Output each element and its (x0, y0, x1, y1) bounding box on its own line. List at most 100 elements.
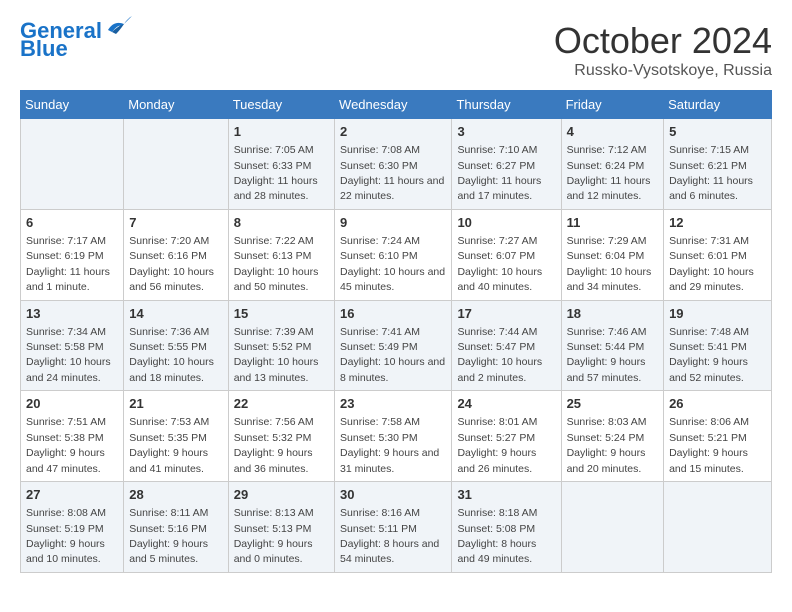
day-info: Sunrise: 7:58 AMSunset: 5:30 PMDaylight:… (340, 416, 439, 474)
day-info: Sunrise: 8:03 AMSunset: 5:24 PMDaylight:… (567, 416, 647, 474)
day-number: 22 (234, 395, 329, 413)
calendar-day-cell: 18 Sunrise: 7:46 AMSunset: 5:44 PMDayligh… (561, 300, 664, 391)
day-info: Sunrise: 7:51 AMSunset: 5:38 PMDaylight:… (26, 416, 106, 474)
calendar-day-cell: 13Sunrise: 7:34 AMSunset: 5:58 PMDayligh… (21, 300, 124, 391)
day-number: 25 (567, 395, 659, 413)
day-info: Sunrise: 7:10 AMSunset: 6:27 PMDaylight:… (457, 144, 541, 202)
calendar-day-cell: 3 Sunrise: 7:10 AMSunset: 6:27 PMDaylight… (452, 119, 561, 210)
calendar-day-cell: 21 Sunrise: 7:53 AMSunset: 5:35 PMDayligh… (124, 391, 228, 482)
day-info: Sunrise: 7:17 AMSunset: 6:19 PMDaylight:… (26, 235, 110, 293)
day-number: 1 (234, 123, 329, 141)
day-info: Sunrise: 7:24 AMSunset: 6:10 PMDaylight:… (340, 235, 445, 293)
calendar-day-cell: 28 Sunrise: 8:11 AMSunset: 5:16 PMDayligh… (124, 482, 228, 573)
day-info: Sunrise: 7:22 AMSunset: 6:13 PMDaylight:… (234, 235, 319, 293)
calendar-day-cell: 17 Sunrise: 7:44 AMSunset: 5:47 PMDayligh… (452, 300, 561, 391)
day-info: Sunrise: 7:56 AMSunset: 5:32 PMDaylight:… (234, 416, 314, 474)
calendar-day-cell (561, 482, 664, 573)
day-number: 9 (340, 214, 446, 232)
day-info: Sunrise: 8:08 AMSunset: 5:19 PMDaylight:… (26, 507, 106, 565)
calendar-day-cell: 23Sunrise: 7:58 AMSunset: 5:30 PMDayligh… (335, 391, 452, 482)
day-number: 17 (457, 305, 555, 323)
day-info: Sunrise: 8:01 AMSunset: 5:27 PMDaylight:… (457, 416, 537, 474)
month-title: October 2024 (554, 20, 772, 62)
page-header: General Blue October 2024 Russko-Vysotsk… (20, 20, 772, 80)
day-info: Sunrise: 7:31 AMSunset: 6:01 PMDaylight:… (669, 235, 754, 293)
calendar-day-cell: 24Sunrise: 8:01 AMSunset: 5:27 PMDayligh… (452, 391, 561, 482)
day-info: Sunrise: 8:18 AMSunset: 5:08 PMDaylight:… (457, 507, 537, 565)
day-number: 27 (26, 486, 118, 504)
day-info: Sunrise: 7:53 AMSunset: 5:35 PMDaylight:… (129, 416, 209, 474)
calendar-day-cell (664, 482, 772, 573)
calendar-day-cell: 22 Sunrise: 7:56 AMSunset: 5:32 PMDayligh… (228, 391, 334, 482)
title-block: October 2024 Russko-Vysotskoye, Russia (554, 20, 772, 80)
calendar-header-row: SundayMondayTuesdayWednesdayThursdayFrid… (21, 91, 772, 119)
day-of-week-header: Thursday (452, 91, 561, 119)
day-number: 10 (457, 214, 555, 232)
day-number: 4 (567, 123, 659, 141)
day-number: 8 (234, 214, 329, 232)
day-number: 6 (26, 214, 118, 232)
day-of-week-header: Sunday (21, 91, 124, 119)
calendar-day-cell: 5 Sunrise: 7:15 AMSunset: 6:21 PMDaylight… (664, 119, 772, 210)
logo-bird-icon (104, 16, 132, 38)
day-info: Sunrise: 8:06 AMSunset: 5:21 PMDaylight:… (669, 416, 749, 474)
calendar-week-row: 1 Sunrise: 7:05 AMSunset: 6:33 PMDaylight… (21, 119, 772, 210)
day-info: Sunrise: 7:15 AMSunset: 6:21 PMDaylight:… (669, 144, 753, 202)
calendar-day-cell: 20 Sunrise: 7:51 AMSunset: 5:38 PMDayligh… (21, 391, 124, 482)
calendar-day-cell: 16Sunrise: 7:41 AMSunset: 5:49 PMDayligh… (335, 300, 452, 391)
day-number: 19 (669, 305, 766, 323)
calendar-week-row: 13Sunrise: 7:34 AMSunset: 5:58 PMDayligh… (21, 300, 772, 391)
day-number: 5 (669, 123, 766, 141)
day-info: Sunrise: 8:13 AMSunset: 5:13 PMDaylight:… (234, 507, 314, 565)
day-number: 18 (567, 305, 659, 323)
day-of-week-header: Saturday (664, 91, 772, 119)
day-info: Sunrise: 8:16 AMSunset: 5:11 PMDaylight:… (340, 507, 439, 565)
calendar-day-cell: 27 Sunrise: 8:08 AMSunset: 5:19 PMDayligh… (21, 482, 124, 573)
logo-blue: Blue (20, 38, 68, 60)
location: Russko-Vysotskoye, Russia (554, 62, 772, 80)
calendar-week-row: 6 Sunrise: 7:17 AMSunset: 6:19 PMDaylight… (21, 209, 772, 300)
day-number: 30 (340, 486, 446, 504)
calendar-day-cell (124, 119, 228, 210)
day-info: Sunrise: 7:36 AMSunset: 5:55 PMDaylight:… (129, 326, 214, 384)
day-number: 31 (457, 486, 555, 504)
day-info: Sunrise: 7:48 AMSunset: 5:41 PMDaylight:… (669, 326, 749, 384)
calendar-day-cell: 30 Sunrise: 8:16 AMSunset: 5:11 PMDayligh… (335, 482, 452, 573)
calendar-day-cell: 1 Sunrise: 7:05 AMSunset: 6:33 PMDaylight… (228, 119, 334, 210)
day-number: 11 (567, 214, 659, 232)
calendar-day-cell: 8 Sunrise: 7:22 AMSunset: 6:13 PMDaylight… (228, 209, 334, 300)
day-number: 3 (457, 123, 555, 141)
calendar-day-cell: 14Sunrise: 7:36 AMSunset: 5:55 PMDayligh… (124, 300, 228, 391)
day-info: Sunrise: 7:29 AMSunset: 6:04 PMDaylight:… (567, 235, 652, 293)
calendar-day-cell: 12Sunrise: 7:31 AMSunset: 6:01 PMDayligh… (664, 209, 772, 300)
calendar-day-cell: 11 Sunrise: 7:29 AMSunset: 6:04 PMDayligh… (561, 209, 664, 300)
day-info: Sunrise: 7:46 AMSunset: 5:44 PMDaylight:… (567, 326, 647, 384)
day-of-week-header: Friday (561, 91, 664, 119)
day-info: Sunrise: 8:11 AMSunset: 5:16 PMDaylight:… (129, 507, 208, 565)
calendar-day-cell: 9 Sunrise: 7:24 AMSunset: 6:10 PMDaylight… (335, 209, 452, 300)
day-info: Sunrise: 7:05 AMSunset: 6:33 PMDaylight:… (234, 144, 318, 202)
calendar-day-cell: 25 Sunrise: 8:03 AMSunset: 5:24 PMDayligh… (561, 391, 664, 482)
day-info: Sunrise: 7:27 AMSunset: 6:07 PMDaylight:… (457, 235, 542, 293)
calendar-day-cell: 6 Sunrise: 7:17 AMSunset: 6:19 PMDaylight… (21, 209, 124, 300)
calendar-day-cell: 7Sunrise: 7:20 AMSunset: 6:16 PMDaylight… (124, 209, 228, 300)
calendar-day-cell: 10 Sunrise: 7:27 AMSunset: 6:07 PMDayligh… (452, 209, 561, 300)
calendar-day-cell (21, 119, 124, 210)
calendar-day-cell: 29Sunrise: 8:13 AMSunset: 5:13 PMDayligh… (228, 482, 334, 573)
logo: General Blue (20, 20, 132, 60)
day-number: 28 (129, 486, 222, 504)
calendar-week-row: 27 Sunrise: 8:08 AMSunset: 5:19 PMDayligh… (21, 482, 772, 573)
calendar-day-cell: 15Sunrise: 7:39 AMSunset: 5:52 PMDayligh… (228, 300, 334, 391)
day-info: Sunrise: 7:08 AMSunset: 6:30 PMDaylight:… (340, 144, 444, 202)
day-info: Sunrise: 7:12 AMSunset: 6:24 PMDaylight:… (567, 144, 651, 202)
calendar-day-cell: 19 Sunrise: 7:48 AMSunset: 5:41 PMDayligh… (664, 300, 772, 391)
day-number: 21 (129, 395, 222, 413)
calendar-day-cell: 31 Sunrise: 8:18 AMSunset: 5:08 PMDayligh… (452, 482, 561, 573)
day-number: 2 (340, 123, 446, 141)
calendar-day-cell: 4 Sunrise: 7:12 AMSunset: 6:24 PMDaylight… (561, 119, 664, 210)
day-number: 20 (26, 395, 118, 413)
day-info: Sunrise: 7:41 AMSunset: 5:49 PMDaylight:… (340, 326, 445, 384)
day-number: 13 (26, 305, 118, 323)
calendar-day-cell: 26Sunrise: 8:06 AMSunset: 5:21 PMDayligh… (664, 391, 772, 482)
day-info: Sunrise: 7:44 AMSunset: 5:47 PMDaylight:… (457, 326, 542, 384)
